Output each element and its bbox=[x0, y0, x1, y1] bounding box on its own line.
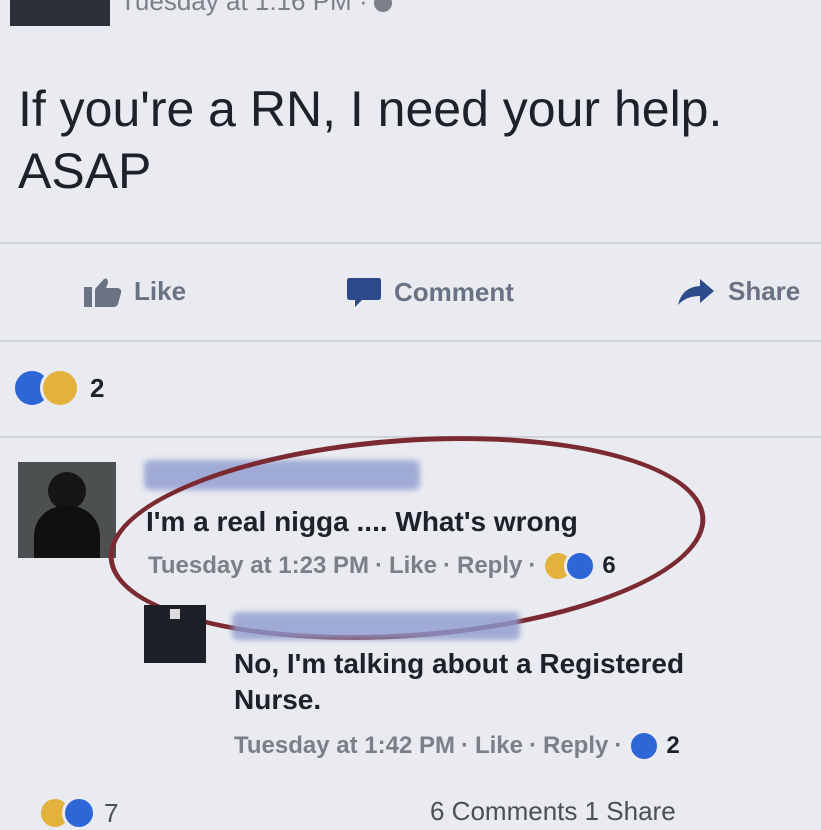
reply-reaction-count: 2 bbox=[666, 732, 680, 759]
share-arrow-icon bbox=[678, 278, 714, 305]
reply-meta: Tuesday at 1:42 PM · Like · Reply · 2 bbox=[234, 730, 680, 762]
comment-label: Comment bbox=[394, 276, 514, 307]
thumbs-up-icon bbox=[84, 278, 122, 307]
reactions-summary[interactable]: 2 bbox=[12, 368, 104, 408]
share-label: Share bbox=[728, 276, 801, 306]
post-text-line-2: ASAP bbox=[18, 143, 152, 199]
comment-button[interactable]: Comment bbox=[346, 276, 514, 308]
share-button[interactable]: Share bbox=[676, 276, 800, 307]
reply-text-line-1: No, I'm talking about a Registered bbox=[234, 648, 685, 679]
footer-reactions[interactable]: 7 bbox=[38, 796, 118, 830]
footer-reaction-count: 7 bbox=[104, 797, 119, 828]
author-avatar[interactable] bbox=[10, 0, 110, 26]
like-label: Like bbox=[134, 276, 187, 306]
commenter-avatar[interactable] bbox=[18, 462, 116, 558]
globe-icon bbox=[373, 0, 392, 13]
haha-reaction-icon bbox=[40, 368, 80, 408]
like-button[interactable]: Like bbox=[84, 276, 186, 307]
like-reaction-icon bbox=[628, 730, 661, 762]
divider bbox=[0, 340, 821, 342]
reply-reply-link[interactable]: Reply bbox=[543, 732, 608, 760]
reply-name-blurred[interactable] bbox=[232, 612, 520, 640]
post-timestamp[interactable]: Tuesday at 1:16 PM · bbox=[120, 0, 392, 17]
reply-text-line-2: Nurse. bbox=[234, 684, 322, 715]
comments-shares-summary[interactable]: 6 Comments 1 Share bbox=[430, 796, 676, 827]
post-text-line-1: If you're a RN, I need your help. bbox=[18, 81, 723, 137]
comment-bubble-icon bbox=[347, 278, 381, 307]
like-reaction-icon bbox=[62, 796, 96, 830]
reaction-count: 2 bbox=[90, 372, 105, 403]
reply-like-link[interactable]: Like bbox=[475, 732, 523, 760]
post-text: If you're a RN, I need your help. ASAP bbox=[18, 78, 808, 202]
reply-text: No, I'm talking about a Registered Nurse… bbox=[234, 646, 684, 718]
reply-avatar[interactable] bbox=[144, 605, 206, 663]
post-timestamp-text: Tuesday at 1:16 PM · bbox=[120, 0, 368, 16]
reply-time[interactable]: Tuesday at 1:42 PM bbox=[234, 732, 455, 760]
divider bbox=[0, 242, 821, 244]
